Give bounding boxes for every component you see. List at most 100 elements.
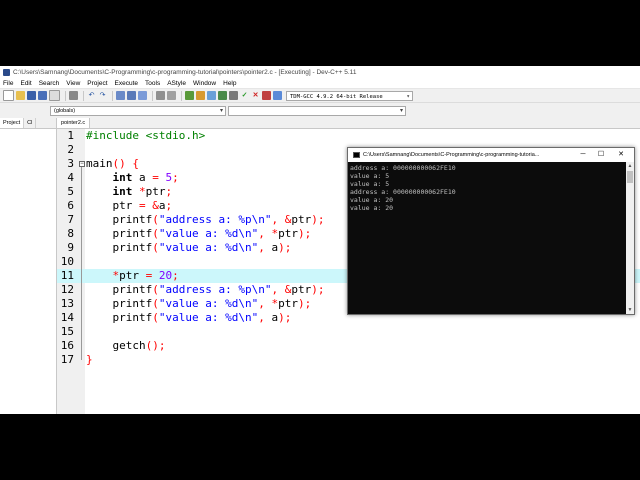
- chart-icon[interactable]: [273, 91, 282, 100]
- line-number: 5: [67, 185, 74, 198]
- menu-view[interactable]: View: [66, 80, 80, 87]
- find-icon[interactable]: [116, 91, 125, 100]
- console-line: value a: 20: [350, 196, 394, 204]
- line-number: 16: [60, 339, 74, 352]
- code-line[interactable]: 17}: [57, 353, 640, 367]
- console-scrollbar[interactable]: ▲ ▼: [626, 162, 634, 314]
- app-icon: [3, 68, 10, 76]
- unindent-icon[interactable]: [167, 91, 176, 100]
- globals-select[interactable]: (globals) ▾: [50, 105, 226, 116]
- code-text: printf("address a: %p\n", &ptr);: [86, 283, 325, 296]
- compiler-value: TDM-GCC 4.9.2 64-bit Release: [290, 93, 383, 100]
- file-tabs: pointer2.c: [57, 118, 640, 129]
- debug-icon[interactable]: [262, 91, 271, 100]
- console-line: value a: 5: [350, 172, 390, 180]
- bookmark-icon[interactable]: [185, 91, 194, 100]
- goto-icon[interactable]: [138, 91, 147, 100]
- line-number: 17: [60, 353, 74, 366]
- code-text: printf("value a: %d\n", *ptr);: [86, 297, 312, 310]
- chevron-down-icon: ▾: [399, 107, 403, 114]
- console-line: value a: 5: [350, 180, 390, 188]
- scroll-thumb[interactable]: [627, 171, 633, 183]
- console-window[interactable]: C:\Users\Samnang\Documents\C-Programming…: [347, 147, 635, 315]
- console-line: value a: 20: [350, 204, 394, 212]
- line-number: 7: [67, 213, 74, 226]
- code-line[interactable]: 15: [57, 325, 640, 339]
- compile-run-icon[interactable]: [218, 91, 227, 100]
- maximize-icon[interactable]: ☐: [591, 148, 611, 161]
- indent-icon[interactable]: [156, 91, 165, 100]
- main-toolbar: ↶ ↷ ✓ ✕ TDM-GCC 4.9.2 64-bit Release ▾: [0, 89, 640, 103]
- rebuild-icon[interactable]: [229, 91, 238, 100]
- console-title-bar: C:\Users\Samnang\Documents\C-Programming…: [348, 148, 634, 161]
- close-window-icon[interactable]: ✕: [611, 148, 631, 161]
- save-all-icon[interactable]: [38, 91, 47, 100]
- globals-value: (globals): [54, 107, 76, 114]
- tab-classes[interactable]: Cl: [24, 118, 37, 128]
- console-icon: [353, 151, 360, 158]
- menu-bar: File Edit Search View Project Execute To…: [0, 78, 640, 89]
- code-text: printf("value a: %d\n", a);: [86, 241, 292, 254]
- replace-icon[interactable]: [127, 91, 136, 100]
- save-icon[interactable]: [27, 91, 36, 100]
- code-text: printf("address a: %p\n", &ptr);: [86, 213, 325, 226]
- compile-icon[interactable]: [196, 91, 205, 100]
- line-number: 12: [60, 283, 74, 296]
- new-icon[interactable]: [3, 90, 14, 101]
- line-number: 8: [67, 227, 74, 240]
- menu-help[interactable]: Help: [223, 80, 236, 87]
- code-line[interactable]: 1 #include <stdio.h>: [57, 129, 640, 143]
- open-icon[interactable]: [16, 91, 25, 100]
- menu-tools[interactable]: Tools: [145, 80, 160, 87]
- menu-file[interactable]: File: [3, 80, 13, 87]
- line-number: 1: [67, 129, 74, 142]
- menu-astyle[interactable]: AStyle: [167, 80, 186, 87]
- menu-search[interactable]: Search: [39, 80, 60, 87]
- minimize-icon[interactable]: ─: [573, 148, 593, 161]
- stop-icon[interactable]: ✕: [251, 91, 260, 100]
- code-text: *ptr = 20;: [112, 269, 179, 282]
- title-bar: C:\Users\Samnang\Documents\C-Programming…: [0, 66, 640, 78]
- print-icon[interactable]: [69, 91, 78, 100]
- redo-icon[interactable]: ↷: [98, 91, 107, 100]
- line-number: 10: [60, 255, 74, 268]
- line-number: 6: [67, 199, 74, 212]
- code-text: getch();: [86, 339, 166, 352]
- chevron-down-icon: ▾: [219, 107, 223, 114]
- undo-icon[interactable]: ↶: [87, 91, 96, 100]
- menu-project[interactable]: Project: [87, 80, 107, 87]
- menu-window[interactable]: Window: [193, 80, 216, 87]
- window-title: C:\Users\Samnang\Documents\C-Programming…: [13, 68, 357, 76]
- line-number: 9: [67, 241, 74, 254]
- console-output: address a: 000000000062FE10 value a: 5 val…: [348, 162, 626, 314]
- class-toolbar: (globals) ▾ ▾: [0, 103, 640, 119]
- close-icon[interactable]: [49, 90, 60, 101]
- chevron-down-icon: ▾: [406, 92, 410, 100]
- line-number: 3: [67, 157, 74, 170]
- scroll-down-icon[interactable]: ▼: [626, 306, 634, 314]
- project-panel: Project Cl: [0, 118, 57, 414]
- code-text: printf("value a: %d\n", *ptr);: [86, 227, 312, 240]
- member-select[interactable]: ▾: [228, 105, 406, 116]
- line-number: 4: [67, 171, 74, 184]
- code-text: int a = 5;: [112, 171, 179, 184]
- code-text: }: [86, 353, 93, 366]
- fold-toggle-icon[interactable]: −: [79, 161, 85, 167]
- code-text: #include <stdio.h>: [86, 129, 206, 142]
- tab-project[interactable]: Project: [0, 118, 25, 128]
- line-number: 15: [60, 325, 74, 338]
- console-title: C:\Users\Samnang\Documents\C-Programming…: [363, 151, 540, 158]
- menu-execute[interactable]: Execute: [115, 80, 139, 87]
- code-text: ptr = &a;: [86, 199, 173, 212]
- compiler-select[interactable]: TDM-GCC 4.9.2 64-bit Release ▾: [286, 90, 413, 101]
- code-text: int *ptr;: [112, 185, 173, 198]
- check-icon[interactable]: ✓: [240, 91, 249, 100]
- code-text: printf("value a: %d\n", a);: [86, 311, 292, 324]
- scroll-up-icon[interactable]: ▲: [626, 162, 634, 170]
- menu-edit[interactable]: Edit: [20, 80, 31, 87]
- file-tab-pointer2[interactable]: pointer2.c: [57, 118, 91, 128]
- code-line[interactable]: 16 getch();: [57, 339, 640, 353]
- run-icon[interactable]: [207, 91, 216, 100]
- console-line: address a: 000000000062FE10: [350, 188, 456, 196]
- line-number: 2: [67, 143, 74, 156]
